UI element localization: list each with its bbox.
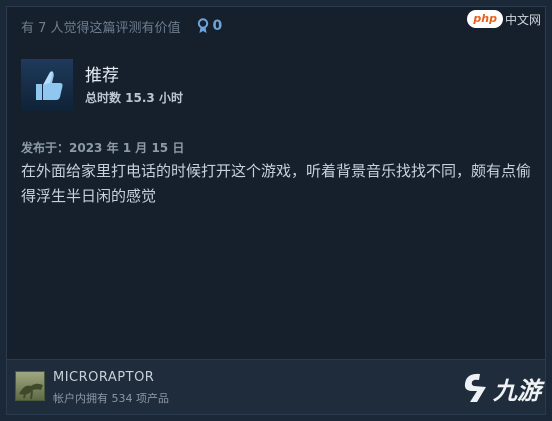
posted-date: 发布于：2023 年 1 月 15 日 (21, 141, 185, 155)
playtime-hours: 总时数 15.3 小时 (85, 90, 183, 105)
jiuyou-logo-icon (464, 373, 486, 402)
helpful-bar: 有 7 人觉得这篇评测有价值 0 (7, 7, 545, 45)
jiuyou-watermark-text: 九游 (493, 376, 541, 405)
helpful-count-text: 有 7 人觉得这篇评测有价值 (21, 20, 181, 36)
php-logo-text: php (467, 10, 503, 28)
review-text: 在外面给家里打电话的时候打开这个游戏，听着背景音乐找找不同，颇有点偷得浮生半日闲… (21, 162, 532, 205)
author-owned-products: 帐户内拥有 534 项产品 (53, 392, 169, 405)
jiuyou-watermark: 九游 (460, 368, 541, 408)
award-count: 0 (212, 18, 223, 34)
thumbs-up-icon (21, 59, 73, 111)
review-card: 有 7 人觉得这篇评测有价值 0 php 中文网 推荐 总时数 15.3 小时 … (6, 6, 546, 415)
award-button[interactable]: 0 (197, 18, 223, 34)
php-cn-watermark: php 中文网 (467, 9, 541, 29)
avatar[interactable] (15, 371, 45, 401)
author-footer: MICRORAPTOR 帐户内拥有 534 项产品 九游 (7, 359, 545, 414)
author-name[interactable]: MICRORAPTOR (53, 370, 154, 385)
recommendation-title: 推荐 (85, 65, 119, 86)
award-ribbon-icon (197, 18, 208, 33)
recommendation-header[interactable]: 推荐 总时数 15.3 小时 (21, 59, 183, 111)
php-cn-text: 中文网 (504, 12, 541, 27)
